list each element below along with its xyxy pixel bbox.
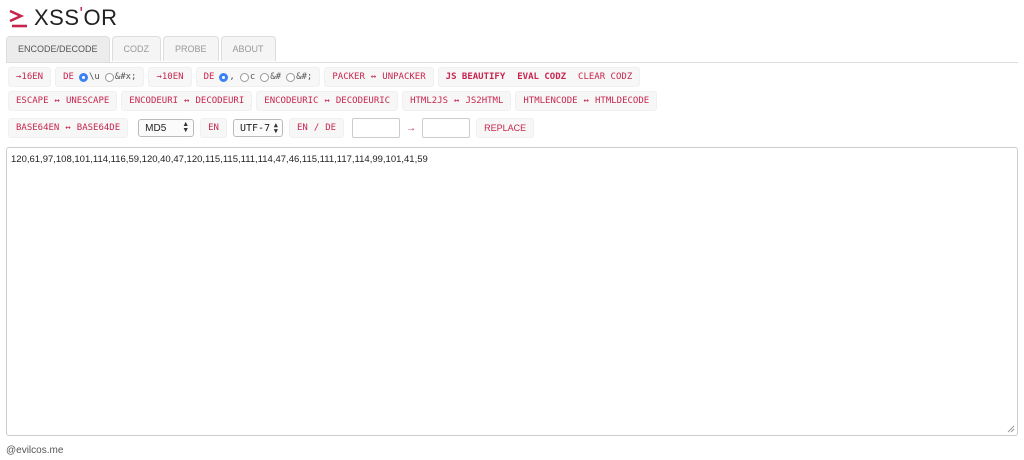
radio-c[interactable] (239, 72, 249, 82)
charset-select[interactable]: UTF-7 ▲ ▼ (232, 119, 283, 137)
toolbar-row-2: ESCAPE ↔ UNESCAPE ENCODEURI ↔ DECODEURI … (8, 91, 661, 111)
encodeuri-button[interactable]: ENCODEURI (127, 92, 180, 110)
select-caret-icon: ▲ ▼ (273, 121, 278, 135)
tab-divider (6, 62, 1018, 63)
clear-codz-button[interactable]: CLEAR CODZ (576, 68, 634, 86)
encodeuri-group: ENCODEURI ↔ DECODEURI (121, 91, 253, 111)
htmlencode-group: HTMLENCODE ↔ HTMLDECODE (515, 91, 658, 111)
js2html-button[interactable]: JS2HTML (463, 92, 505, 110)
radio-hex-label: &#x; (114, 72, 137, 82)
encodeuric-group: ENCODEURIC ↔ DECODEURIC (256, 91, 399, 111)
radio-ampsemi[interactable] (286, 72, 296, 82)
dec-group: →10EN (148, 67, 192, 87)
js-beautify-button[interactable]: JS BEAUTIFY (444, 68, 508, 86)
charset-de-button[interactable]: DE (323, 119, 338, 137)
base64-group: BASE64EN ↔ BASE64DE (8, 118, 129, 138)
hash-select[interactable]: MD5 ▲ ▼ (138, 119, 195, 137)
escape-button[interactable]: ESCAPE (14, 92, 51, 110)
radio-u[interactable] (78, 72, 88, 82)
escape-group: ESCAPE ↔ UNESCAPE (8, 91, 118, 111)
unescape-button[interactable]: UNESCAPE (64, 92, 111, 110)
codz-content: 120,61,97,108,101,114,116,59,120,40,47,1… (11, 154, 428, 165)
base64en-button[interactable]: BASE64EN (14, 119, 61, 137)
packer-button[interactable]: PACKER (330, 68, 367, 86)
charset-group: EN / DE (288, 118, 345, 138)
charset-en-button[interactable]: EN (295, 119, 310, 137)
tab-bar: ENCODE/DECODE CODZ PROBE ABOUT (6, 36, 278, 62)
swap-arrow-icon: ↔ (65, 123, 71, 133)
hex-decode-group: DE \u &#x; (55, 67, 145, 87)
tab-codz[interactable]: CODZ (111, 36, 162, 61)
toolbar-row-1: →16EN DE \u &#x; →10EN DE , c &# &#; PAC… (8, 67, 644, 87)
codz-textarea[interactable]: 120,61,97,108,101,114,116,59,120,40,47,1… (6, 147, 1018, 436)
radio-c-label: c (249, 72, 256, 82)
tab-about[interactable]: ABOUT (220, 36, 276, 61)
swap-arrow-icon: ↔ (583, 96, 589, 106)
resize-handle-icon[interactable] (1007, 425, 1015, 433)
encodeuric-button[interactable]: ENCODEURIC (262, 92, 320, 110)
decodeuric-button[interactable]: DECODEURIC (334, 92, 392, 110)
htmldecode-button[interactable]: HTMLDECODE (593, 92, 651, 110)
dec-decode-group: DE , c &# &#; (195, 67, 321, 87)
app-title: XSS'OR (34, 4, 118, 30)
replace-group: REPLACE (476, 118, 535, 138)
html2js-group: HTML2JS ↔ JS2HTML (402, 91, 512, 111)
swap-arrow-icon: ↔ (324, 96, 330, 106)
replace-arrow-icon: → (406, 122, 417, 134)
swap-arrow-icon: ↔ (184, 96, 190, 106)
eval-group: JS BEAUTIFY EVAL CODZ CLEAR CODZ (437, 67, 641, 87)
radio-amp[interactable] (260, 72, 270, 82)
de10-button[interactable]: DE (202, 68, 217, 86)
replace-from-input[interactable] (352, 118, 401, 138)
base64de-button[interactable]: BASE64DE (75, 119, 122, 137)
radio-comma[interactable] (219, 72, 229, 82)
radio-comma-label: , (229, 72, 235, 82)
radio-u-label: \u (88, 72, 100, 82)
tab-probe[interactable]: PROBE (163, 36, 219, 61)
htmlencode-button[interactable]: HTMLENCODE (521, 92, 579, 110)
radio-hex[interactable] (104, 72, 114, 82)
prompt-underscore-icon (9, 9, 27, 28)
radio-ampsemi-label: &#; (296, 72, 313, 82)
charset-select-value: UTF-7 (239, 122, 271, 134)
hash-en-button[interactable]: EN (206, 119, 221, 137)
packer-group: PACKER ↔ UNPACKER (324, 67, 434, 87)
toolbar-row-3: BASE64EN ↔ BASE64DE MD5 ▲ ▼ EN UTF-7 ▲ ▼ E… (8, 117, 538, 139)
decodeuri-button[interactable]: DECODEURI (194, 92, 247, 110)
replace-button[interactable]: REPLACE (482, 119, 528, 137)
swap-arrow-icon: ↔ (370, 72, 377, 82)
to16en-button[interactable]: →16EN (14, 68, 45, 86)
eval-codz-button[interactable]: EVAL CODZ (515, 68, 568, 86)
replace-to-input[interactable] (422, 118, 471, 138)
swap-arrow-icon: ↔ (454, 96, 460, 106)
select-caret-icon: ▲ ▼ (182, 121, 190, 134)
unpacker-button[interactable]: UNPACKER (380, 68, 427, 86)
radio-amp-label: &# (270, 72, 282, 82)
to10en-button[interactable]: →10EN (154, 68, 185, 86)
de16-button[interactable]: DE (61, 68, 76, 86)
tab-encode-decode[interactable]: ENCODE/DECODE (6, 36, 110, 62)
hash-en-group: EN (200, 118, 227, 138)
app-header: XSS'OR (8, 4, 118, 30)
footer-credit: @evilcos.me (6, 445, 64, 456)
hash-select-value: MD5 (145, 122, 167, 134)
slash-separator: / (313, 123, 320, 133)
hex-group: →16EN (8, 67, 52, 87)
swap-arrow-icon: ↔ (54, 96, 60, 106)
html2js-button[interactable]: HTML2JS (408, 92, 450, 110)
